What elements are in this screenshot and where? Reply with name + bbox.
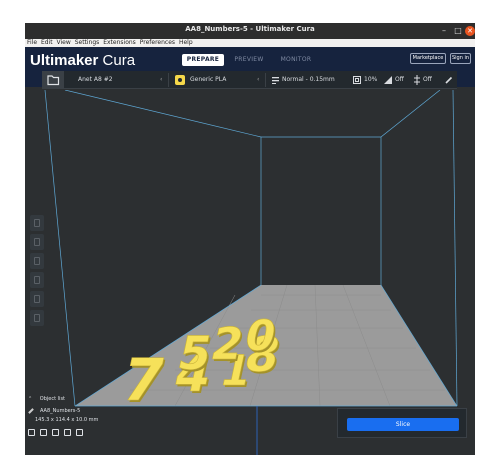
scale-tool-icon[interactable] bbox=[30, 234, 44, 250]
window-title: AA8_Numbers-5 - Ultimaker Cura bbox=[185, 25, 315, 33]
close-icon[interactable]: ✕ bbox=[465, 26, 475, 36]
cura-window: AA8_Numbers-5 - Ultimaker Cura – □ ✕ Fil… bbox=[25, 23, 475, 455]
chevron-left-icon[interactable]: ‹ bbox=[160, 71, 162, 89]
printer-selector[interactable]: Anet A8 #2 bbox=[78, 71, 113, 89]
move-tool-icon[interactable] bbox=[30, 215, 44, 231]
divider bbox=[265, 73, 266, 87]
support-blocker-icon[interactable] bbox=[30, 310, 44, 326]
infill-value[interactable]: 10% bbox=[364, 71, 377, 89]
support-value[interactable]: Off bbox=[395, 71, 404, 89]
object-list-toggle[interactable]: ⌃ Object list bbox=[28, 396, 65, 402]
tool-panel bbox=[30, 215, 44, 329]
profile-icon bbox=[272, 77, 279, 84]
view-buttons bbox=[28, 429, 108, 439]
object-list-title: Object list bbox=[39, 396, 66, 402]
adhesion-icon bbox=[414, 75, 420, 85]
chevron-left-icon[interactable]: ‹ bbox=[257, 71, 259, 89]
title-bar: AA8_Numbers-5 - Ultimaker Cura – □ ✕ bbox=[25, 23, 475, 39]
slice-button[interactable]: Slice bbox=[347, 418, 459, 431]
material-selector[interactable]: Generic PLA bbox=[190, 71, 226, 89]
menu-view[interactable]: View bbox=[57, 39, 71, 46]
open-file-button[interactable] bbox=[42, 71, 64, 89]
build-volume-render: 7 7 4 4 1 1 8 8 5 5 2 2 0 0 bbox=[44, 90, 458, 455]
material-spool-icon bbox=[175, 75, 185, 85]
adhesion-value[interactable]: Off bbox=[423, 71, 432, 89]
front-view-icon[interactable] bbox=[40, 429, 47, 436]
folder-icon bbox=[47, 75, 60, 86]
rotate-tool-icon[interactable] bbox=[30, 253, 44, 269]
object-dimensions: 145.3 x 114.4 x 10.0 mm bbox=[35, 417, 99, 423]
top-view-icon[interactable] bbox=[52, 429, 59, 436]
mirror-tool-icon[interactable] bbox=[30, 272, 44, 288]
object-name-row[interactable]: AA8_Numbers-5 bbox=[28, 407, 81, 414]
tab-monitor[interactable]: MONITOR bbox=[275, 54, 317, 66]
print-profile[interactable]: Normal - 0.15mm bbox=[282, 71, 335, 89]
per-model-settings-icon[interactable] bbox=[30, 291, 44, 307]
pencil-icon bbox=[28, 407, 34, 414]
infill-icon bbox=[353, 76, 361, 84]
object-name: AA8_Numbers-5 bbox=[40, 408, 81, 414]
logo-bold: Ultimaker bbox=[30, 52, 99, 69]
minimize-icon[interactable]: – bbox=[439, 26, 449, 36]
menu-extensions[interactable]: Extensions bbox=[103, 39, 136, 46]
print-setup-bar: Anet A8 #2 ‹ Generic PLA ‹ Normal - 0.15… bbox=[42, 71, 457, 89]
slice-panel: Slice bbox=[337, 408, 467, 438]
tab-preview[interactable]: PREVIEW bbox=[229, 54, 269, 66]
tab-prepare[interactable]: PREPARE bbox=[182, 54, 224, 66]
right-view-icon[interactable] bbox=[76, 429, 83, 436]
divider bbox=[168, 73, 169, 87]
logo-light: Cura bbox=[98, 52, 136, 69]
3d-view-icon[interactable] bbox=[28, 429, 35, 436]
sign-in-button[interactable]: Sign in bbox=[450, 53, 471, 64]
maximize-icon[interactable]: □ bbox=[453, 26, 463, 36]
chevron-up-icon: ⌃ bbox=[28, 396, 33, 402]
pencil-edit-icon[interactable] bbox=[445, 76, 453, 84]
ultimaker-cura-logo: Ultimaker Cura bbox=[30, 52, 135, 69]
menu-edit[interactable]: Edit bbox=[41, 39, 53, 46]
menu-settings[interactable]: Settings bbox=[75, 39, 100, 46]
left-view-icon[interactable] bbox=[64, 429, 71, 436]
3d-viewport[interactable]: 7 7 4 4 1 1 8 8 5 5 2 2 0 0 bbox=[25, 90, 475, 455]
menu-help[interactable]: Help bbox=[179, 39, 193, 46]
menu-file[interactable]: File bbox=[27, 39, 37, 46]
marketplace-button[interactable]: Marketplace bbox=[410, 53, 446, 64]
menu-preferences[interactable]: Preferences bbox=[140, 39, 175, 46]
menu-bar: File Edit View Settings Extensions Prefe… bbox=[25, 39, 475, 47]
support-icon bbox=[384, 76, 392, 84]
